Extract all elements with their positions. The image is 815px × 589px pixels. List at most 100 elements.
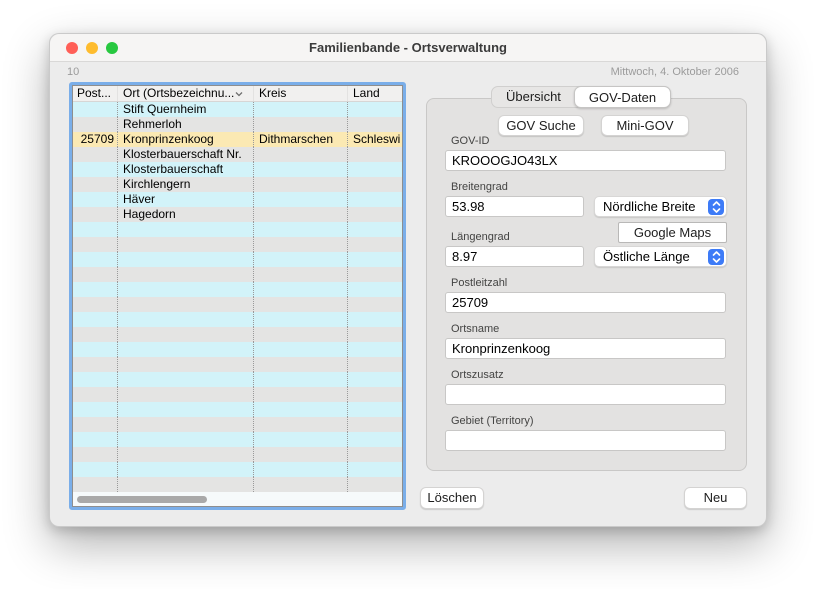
table-row[interactable]: [73, 282, 402, 297]
column-header-label: Post...: [77, 86, 111, 101]
table-row[interactable]: [73, 237, 402, 252]
table-cell-ort: Klosterbauerschaft: [118, 162, 254, 177]
table-cell-land: [348, 402, 402, 417]
popup-arrows-icon: [708, 199, 724, 215]
column-header-label: Land: [353, 86, 380, 101]
breitengrad-input[interactable]: [445, 196, 584, 217]
table-cell-plz: [73, 252, 118, 267]
ortszusatz-input[interactable]: [445, 384, 726, 405]
table-row[interactable]: 25709KronprinzenkoogDithmarschenSchleswi: [73, 132, 402, 147]
table-cell-land: [348, 327, 402, 342]
table-row[interactable]: Kirchlengern: [73, 177, 402, 192]
mini-gov-button[interactable]: Mini-GOV: [601, 115, 689, 136]
table-cell-land: [348, 357, 402, 372]
table-cell-ort: [118, 252, 254, 267]
table-row[interactable]: Häver: [73, 192, 402, 207]
table-cell-kreis: [254, 282, 348, 297]
app-window: Familienbande - Ortsverwaltung 10 Mittwo…: [49, 33, 767, 527]
table-row[interactable]: [73, 222, 402, 237]
table-cell-land: [348, 267, 402, 282]
table-row[interactable]: Hagedorn: [73, 207, 402, 222]
postleitzahl-label: Postleitzahl: [451, 277, 507, 289]
table-cell-kreis: [254, 267, 348, 282]
table-cell-plz: [73, 312, 118, 327]
table-cell-plz: [73, 372, 118, 387]
table-row[interactable]: Klosterbauerschaft: [73, 162, 402, 177]
table-cell-kreis: [254, 327, 348, 342]
table-body: Stift QuernheimRehmerloh25709Kronprinzen…: [73, 102, 402, 492]
table-cell-kreis: [254, 177, 348, 192]
table-row[interactable]: Stift Quernheim: [73, 102, 402, 117]
table-row[interactable]: [73, 432, 402, 447]
google-maps-button[interactable]: Google Maps: [618, 222, 727, 243]
table-row[interactable]: [73, 252, 402, 267]
table-cell-land: Schleswi: [348, 132, 402, 147]
ortsname-input[interactable]: [445, 338, 726, 359]
table-cell-plz: [73, 297, 118, 312]
table-row[interactable]: [73, 297, 402, 312]
table-cell-plz: [73, 357, 118, 372]
laengengrad-input[interactable]: [445, 246, 584, 267]
table-cell-kreis: [254, 312, 348, 327]
laengengrad-direction-popup[interactable]: Östliche Länge: [594, 246, 727, 267]
gov-id-input[interactable]: [445, 150, 726, 171]
table-row[interactable]: [73, 447, 402, 462]
table-cell-ort: Hagedorn: [118, 207, 254, 222]
table-cell-ort: Klosterbauerschaft Nr.: [118, 147, 254, 162]
column-header-kreis[interactable]: Kreis: [254, 86, 348, 101]
table-row[interactable]: [73, 267, 402, 282]
table-row[interactable]: Rehmerloh: [73, 117, 402, 132]
column-header-ort[interactable]: Ort (Ortsbezeichnu...: [118, 86, 254, 101]
table-cell-plz: [73, 462, 118, 477]
table-cell-land: [348, 462, 402, 477]
table-row[interactable]: [73, 357, 402, 372]
table-cell-kreis: [254, 387, 348, 402]
table-row[interactable]: [73, 387, 402, 402]
table-row[interactable]: Klosterbauerschaft Nr.: [73, 147, 402, 162]
table-cell-plz: [73, 432, 118, 447]
title-bar: Familienbande - Ortsverwaltung: [50, 34, 766, 62]
column-header-postleitzahl[interactable]: Post...: [73, 86, 118, 101]
table-cell-land: [348, 192, 402, 207]
table-row[interactable]: [73, 342, 402, 357]
table-row[interactable]: [73, 477, 402, 492]
gov-id-label: GOV-ID: [451, 135, 490, 147]
table-cell-ort: [118, 282, 254, 297]
loeschen-button[interactable]: Löschen: [420, 487, 484, 509]
chevron-down-icon: [235, 91, 243, 97]
table-row[interactable]: [73, 312, 402, 327]
table-cell-plz: [73, 102, 118, 117]
gebiet-input[interactable]: [445, 430, 726, 451]
breitengrad-direction-popup[interactable]: Nördliche Breite: [594, 196, 727, 217]
postleitzahl-input[interactable]: [445, 292, 726, 313]
table-cell-plz: [73, 222, 118, 237]
table-cell-kreis: [254, 297, 348, 312]
neu-button[interactable]: Neu: [684, 487, 747, 509]
popup-selected-value: Östliche Länge: [603, 247, 690, 266]
table-row[interactable]: [73, 462, 402, 477]
table-row[interactable]: [73, 417, 402, 432]
table-cell-ort: [118, 387, 254, 402]
tab-uebersicht[interactable]: Übersicht: [492, 87, 575, 107]
table-cell-kreis: [254, 342, 348, 357]
table-cell-ort: [118, 477, 254, 492]
column-header-land[interactable]: Land: [348, 86, 402, 101]
scrollbar-thumb[interactable]: [77, 496, 207, 503]
popup-selected-value: Nördliche Breite: [603, 197, 696, 216]
table-cell-land: [348, 237, 402, 252]
table-row[interactable]: [73, 402, 402, 417]
table-cell-ort: [118, 342, 254, 357]
table-row[interactable]: [73, 327, 402, 342]
gov-suche-button[interactable]: GOV Suche: [498, 115, 584, 136]
table-cell-kreis: [254, 102, 348, 117]
table-cell-plz: [73, 342, 118, 357]
table-cell-land: [348, 417, 402, 432]
tab-gov-daten[interactable]: GOV-Daten: [574, 86, 671, 108]
table-cell-land: [348, 117, 402, 132]
table-cell-land: [348, 207, 402, 222]
table-cell-plz: [73, 162, 118, 177]
horizontal-scrollbar[interactable]: [73, 492, 402, 506]
table-row[interactable]: [73, 372, 402, 387]
table-cell-plz: [73, 237, 118, 252]
table-cell-plz: [73, 402, 118, 417]
